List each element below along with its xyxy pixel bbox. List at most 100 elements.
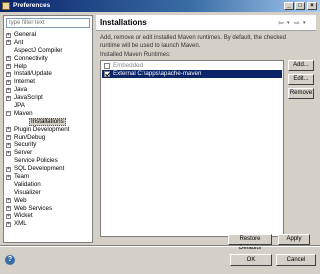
cancel-button[interactable]: Cancel (276, 254, 316, 266)
page-title: Installations (100, 18, 147, 27)
close-button[interactable]: × (307, 2, 317, 10)
expand-icon[interactable]: + (6, 95, 11, 101)
tree-item-label: Team (14, 173, 30, 181)
restore-defaults-button[interactable]: Restore Defaults (228, 234, 272, 251)
tree-item-label: Internet (14, 78, 35, 86)
tree-item-label: Ant (14, 38, 24, 46)
preference-page: Installations ⇦ ▾ ⇨ ▾ Add, remove or edi… (96, 15, 316, 251)
runtime-row[interactable]: External C:\apps\apache-maven (102, 70, 282, 78)
tree-item[interactable]: + JavaScript (6, 94, 92, 102)
footer-separator (0, 245, 320, 247)
tree-item-label: JavaScript (14, 94, 43, 102)
minimize-button[interactable]: _ (284, 2, 294, 10)
tree-item-label: Java (14, 86, 28, 94)
tree-item-label: Visualizer (14, 188, 41, 196)
tree-item-label: Install/Update (14, 70, 52, 78)
tree-item[interactable]: + Ant (6, 39, 92, 47)
preference-tree: + General + Ant AspectJ Compiler + Connectivit… (6, 31, 92, 228)
expand-icon[interactable]: + (6, 150, 11, 156)
app-icon (2, 2, 10, 10)
tree-item-label: Validation (14, 180, 41, 188)
tree-item[interactable]: + Security (6, 141, 92, 149)
expand-icon[interactable]: + (6, 221, 11, 227)
tree-item[interactable]: + General (6, 31, 92, 39)
expand-icon[interactable]: + (6, 79, 11, 85)
tree-item[interactable]: + XML (6, 220, 92, 228)
expand-icon[interactable]: + (6, 198, 11, 204)
tree-item[interactable]: + Web Services (6, 205, 92, 213)
preferences-window: Preferences _ □ × type filter text + Gene… (0, 0, 320, 274)
tree-item-label: Web Services (14, 204, 53, 212)
tree-item[interactable]: + SQL Development (6, 165, 92, 173)
remove-button[interactable]: Remove (288, 88, 314, 99)
back-icon[interactable]: ⇦ (278, 19, 284, 27)
tree-item-label: Service Policies (14, 157, 58, 165)
tree-item[interactable]: + Internet (6, 78, 92, 86)
tree-item[interactable]: AspectJ Compiler (6, 47, 92, 55)
expand-icon[interactable]: + (6, 135, 11, 141)
window-title: Preferences (13, 2, 51, 9)
tree-item[interactable]: + Connectivity (6, 55, 92, 63)
tree-item-label: XML (14, 220, 27, 228)
tree-item-label: General (14, 31, 37, 38)
runtimes-label: Installed Maven Runtimes: (100, 52, 171, 58)
page-description: Add, remove or edit installed Maven runt… (100, 35, 287, 49)
tree-item[interactable]: + Plugin Development (6, 126, 92, 134)
edit-button[interactable]: Edit... (288, 74, 314, 85)
expand-icon[interactable]: + (6, 32, 11, 38)
expand-icon[interactable]: + (6, 174, 11, 180)
expand-icon[interactable]: + (6, 213, 11, 219)
expand-icon[interactable]: + (6, 206, 11, 212)
expand-icon[interactable]: + (6, 40, 11, 46)
tree-item-label: Wicket (14, 212, 33, 220)
runtime-label: Embedded (113, 62, 143, 69)
page-header: Installations ⇦ ▾ ⇨ ▾ (96, 15, 316, 31)
tree-item[interactable]: JPA (6, 102, 92, 110)
help-icon[interactable]: ? (5, 255, 15, 265)
tree-item[interactable]: Visualizer (6, 189, 92, 197)
tree-item[interactable]: + Server (6, 149, 92, 157)
expand-icon[interactable]: + (6, 56, 11, 62)
tree-item-label: SQL Development (14, 165, 65, 173)
tree-item[interactable]: Validation (6, 181, 92, 189)
runtime-label: External C:\apps\apache-maven (113, 70, 202, 77)
tree-item-label: Maven (14, 109, 33, 117)
tree-item[interactable]: Installations (6, 118, 92, 127)
runtime-row[interactable]: Embedded (102, 62, 282, 70)
add-button[interactable]: Add... (288, 60, 314, 71)
tree-item[interactable]: + Run/Debug (6, 134, 92, 142)
title-bar[interactable]: Preferences _ □ × (0, 0, 320, 12)
runtime-checkbox[interactable] (104, 63, 110, 69)
forward-menu-icon[interactable]: ▾ (303, 20, 306, 26)
expand-icon[interactable]: + (6, 166, 11, 172)
expand-icon[interactable]: + (6, 142, 11, 148)
tree-item-label: Help (14, 62, 27, 70)
preference-tree-panel: type filter text + General + Ant AspectJ Com… (3, 15, 93, 243)
tree-item-label: Server (14, 149, 33, 157)
back-menu-icon[interactable]: ▾ (287, 20, 290, 26)
tree-item[interactable]: + Help (6, 63, 92, 71)
expand-icon[interactable]: + (6, 64, 11, 70)
forward-icon[interactable]: ⇨ (294, 19, 300, 27)
expand-icon[interactable]: + (6, 127, 11, 133)
apply-button[interactable]: Apply (278, 234, 310, 245)
collapse-icon[interactable]: − (6, 111, 11, 117)
tree-item-label: Connectivity (14, 54, 48, 62)
tree-item[interactable]: + Java (6, 86, 92, 94)
tree-item[interactable]: − Maven (6, 110, 92, 118)
tree-item[interactable]: + Web (6, 197, 92, 205)
tree-item[interactable]: + Wicket (6, 212, 92, 220)
runtime-checkbox[interactable] (104, 71, 110, 77)
tree-item-label: AspectJ Compiler (14, 46, 63, 54)
expand-icon[interactable]: + (6, 71, 11, 77)
ok-button[interactable]: OK (230, 254, 272, 266)
tree-item-label: Run/Debug (14, 133, 46, 141)
tree-item[interactable]: + Install/Update (6, 70, 92, 78)
filter-input[interactable]: type filter text (6, 18, 90, 28)
expand-icon[interactable]: + (6, 87, 11, 93)
runtimes-list[interactable]: Embedded External C:\apps\apache-maven (100, 60, 284, 237)
maximize-button[interactable]: □ (295, 2, 305, 10)
tree-item[interactable]: Service Policies (6, 157, 92, 165)
tree-item[interactable]: + Team (6, 173, 92, 181)
tree-item-label: JPA (14, 102, 25, 110)
